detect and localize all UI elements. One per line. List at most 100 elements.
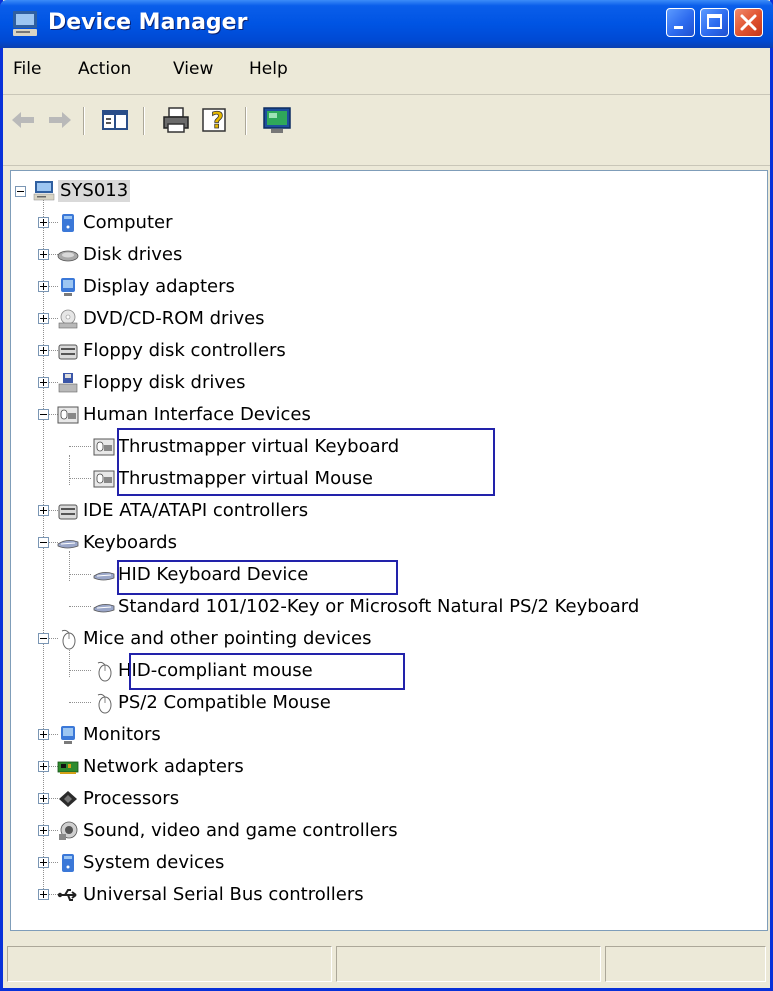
maximize-button[interactable]: [700, 8, 729, 37]
display-adapter-icon: [61, 278, 75, 296]
tree-node-human-interface-devices[interactable]: Human Interface Devices: [11, 399, 311, 429]
collapse-toggle[interactable]: [38, 537, 49, 548]
tree-node-root[interactable]: SYS013: [11, 175, 211, 205]
highlight-box-hid: [117, 428, 495, 496]
tree-node-label: DVD/CD-ROM drives: [83, 308, 265, 329]
tree-node-ps2-compatible-mouse[interactable]: PS/2 Compatible Mouse: [11, 687, 431, 717]
tree-node-label: IDE ATA/ATAPI controllers: [83, 500, 309, 521]
expand-toggle[interactable]: [38, 793, 49, 804]
menu-help[interactable]: Help: [249, 59, 288, 79]
forward-arrow-icon[interactable]: [43, 104, 75, 136]
device-tree[interactable]: SYS013 Computer Disk drives Display adap…: [10, 170, 768, 931]
expand-toggle[interactable]: [38, 729, 49, 740]
tree-node-system-devices[interactable]: System devices: [11, 847, 311, 877]
tree-node-ide-ata-atapi-controllers[interactable]: IDE ATA/ATAPI controllers: [11, 495, 411, 525]
tree-node-computer[interactable]: Computer: [11, 207, 311, 237]
tree-node-display-adapters[interactable]: Display adapters: [11, 271, 311, 301]
controller-icon: [58, 504, 78, 520]
menu-view[interactable]: View: [173, 59, 213, 79]
menu-file[interactable]: File: [13, 59, 41, 79]
close-button[interactable]: [734, 8, 763, 37]
computer-icon: [62, 214, 74, 232]
monitor-icon: [61, 726, 75, 744]
tree-node-network-adapters[interactable]: Network adapters: [11, 751, 311, 781]
expand-toggle[interactable]: [38, 889, 49, 900]
tree-node-label: Sound, video and game controllers: [83, 820, 398, 841]
tree-node-standard-ps2-keyboard[interactable]: Standard 101/102-Key or Microsoft Natura…: [11, 591, 766, 621]
menu-action[interactable]: Action: [78, 59, 131, 79]
hid-device-icon: [57, 406, 79, 424]
tree-node-usb-controllers[interactable]: Universal Serial Bus controllers: [11, 879, 471, 909]
title-bar[interactable]: Device Manager: [0, 0, 773, 48]
expand-toggle[interactable]: [38, 281, 49, 292]
disk-drive-icon: [57, 250, 79, 262]
maximize-icon: [707, 14, 722, 29]
back-arrow-icon[interactable]: [8, 104, 40, 136]
tree-node-label: Floppy disk drives: [83, 372, 246, 393]
tree-node-dvd-cdrom-drives[interactable]: DVD/CD-ROM drives: [11, 303, 311, 333]
expand-toggle[interactable]: [38, 761, 49, 772]
controller-icon: [58, 344, 78, 360]
keyboard-icon: [57, 540, 79, 549]
tree-node-label: Keyboards: [83, 532, 177, 553]
tree-node-label: Human Interface Devices: [83, 404, 311, 425]
minimize-button[interactable]: [666, 8, 695, 37]
tree-node-processors[interactable]: Processors: [11, 783, 311, 813]
mouse-icon: [61, 629, 76, 650]
keyboard-icon: [93, 604, 115, 613]
print-icon[interactable]: [160, 104, 192, 136]
tree-node-monitors[interactable]: Monitors: [11, 719, 311, 749]
status-panel: [605, 946, 766, 982]
toolbar: ?: [3, 95, 770, 166]
expand-toggle[interactable]: [38, 313, 49, 324]
minimize-icon: [674, 26, 683, 29]
tree-node-label: Floppy disk controllers: [83, 340, 286, 361]
computer-icon: [13, 11, 37, 36]
toolbar-separator: [245, 107, 247, 135]
tree-node-label: Computer: [83, 212, 173, 233]
expand-toggle[interactable]: [38, 345, 49, 356]
tree-node-label: PS/2 Compatible Mouse: [118, 692, 331, 713]
sound-icon: [59, 821, 78, 840]
tree-node-mice-and-other-pointing-devices[interactable]: Mice and other pointing devices: [11, 623, 411, 653]
tree-node-floppy-disk-controllers[interactable]: Floppy disk controllers: [11, 335, 311, 365]
expand-toggle[interactable]: [38, 505, 49, 516]
menu-bar: File Action View Help: [3, 48, 770, 95]
tree-node-disk-drives[interactable]: Disk drives: [11, 239, 311, 269]
tree-node-label: Mice and other pointing devices: [83, 628, 372, 649]
device-manager-window: Device Manager File Action View Help ? S…: [0, 0, 773, 991]
window-title: Device Manager: [48, 10, 248, 35]
tree-node-label: System devices: [83, 852, 225, 873]
expand-toggle[interactable]: [38, 377, 49, 388]
collapse-toggle[interactable]: [38, 409, 49, 420]
mouse-icon: [97, 661, 112, 682]
keyboard-icon: [93, 572, 115, 581]
floppy-drive-icon: [58, 373, 78, 393]
help-icon[interactable]: ?: [200, 104, 232, 136]
tree-node-keyboards[interactable]: Keyboards: [11, 527, 311, 557]
expand-toggle[interactable]: [38, 857, 49, 868]
tree-node-label: SYS013: [58, 180, 131, 202]
cdrom-drive-icon: [58, 309, 78, 329]
svg-text:?: ?: [211, 109, 224, 134]
toolbar-separator: [143, 107, 145, 135]
collapse-toggle[interactable]: [38, 633, 49, 644]
expand-toggle[interactable]: [38, 217, 49, 228]
hid-device-icon: [93, 438, 115, 456]
collapse-toggle[interactable]: [15, 186, 26, 197]
tree-node-sound-video-game-controllers[interactable]: Sound, video and game controllers: [11, 815, 471, 845]
expand-toggle[interactable]: [38, 825, 49, 836]
hid-device-icon: [93, 470, 115, 488]
scan-hardware-icon[interactable]: [261, 104, 293, 136]
close-icon: [740, 14, 757, 31]
tree-node-label: Universal Serial Bus controllers: [83, 884, 364, 905]
highlight-box-hid-keyboard: [117, 560, 398, 595]
mouse-icon: [97, 693, 112, 714]
tree-node-label: Disk drives: [83, 244, 183, 265]
tree-node-floppy-disk-drives[interactable]: Floppy disk drives: [11, 367, 311, 397]
system-device-icon: [62, 854, 74, 872]
expand-toggle[interactable]: [38, 249, 49, 260]
highlight-box-hid-mouse: [129, 653, 405, 690]
show-hide-console-tree-icon[interactable]: [99, 104, 131, 136]
processor-icon: [59, 791, 77, 807]
